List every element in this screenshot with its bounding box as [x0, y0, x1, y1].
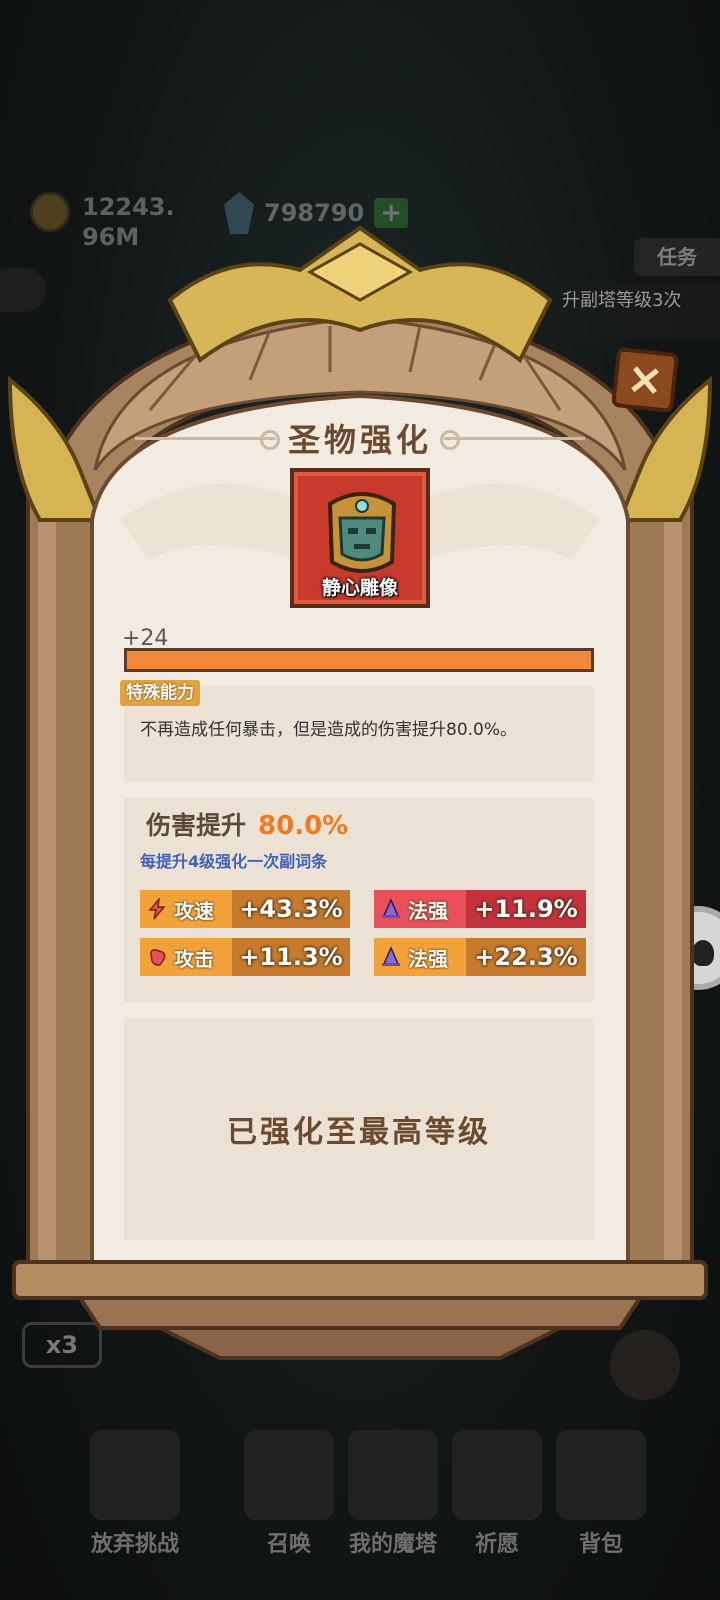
special-ability-tag: 特殊能力	[120, 680, 200, 706]
wizard-hat-icon	[382, 898, 400, 918]
lightning-icon	[148, 898, 166, 920]
max-level-panel: 已强化至最高等级	[124, 1018, 594, 1240]
wizard-hat-icon	[382, 946, 400, 966]
fist-icon	[150, 949, 166, 966]
title-ornament-left	[135, 429, 280, 450]
substat-attack: 攻击 +11.3%	[140, 938, 350, 976]
close-icon: ×	[624, 352, 667, 407]
substat-name: 法强	[374, 938, 466, 976]
special-ability-description: 不再造成任何暴击，但是造成的伤害提升80.0%。	[140, 720, 518, 740]
substat-value: +11.3%	[232, 938, 350, 976]
substat-magic-power-2: 法强 +22.3%	[374, 938, 586, 976]
substat-label: 法强	[408, 898, 448, 923]
substat-magic-power: 法强 +11.9%	[374, 890, 586, 928]
substat-value: +11.9%	[466, 890, 586, 928]
substat-value: +43.3%	[232, 890, 350, 928]
close-button[interactable]: ×	[611, 346, 679, 414]
substat-name: 攻击	[140, 938, 232, 976]
relic-card: 静心雕像	[290, 468, 430, 608]
substat-value: +22.3%	[466, 938, 586, 976]
substat-note: 每提升4级强化一次副词条	[140, 852, 328, 871]
substat-name: 攻速	[140, 890, 232, 928]
substat-label: 法强	[408, 946, 448, 971]
substat-label: 攻速	[174, 898, 214, 923]
damage-bonus-value: 80.0%	[258, 811, 349, 841]
max-level-text: 已强化至最高等级	[227, 1115, 491, 1150]
progress-fill	[127, 651, 591, 669]
substat-attack-speed: 攻速 +43.3%	[140, 890, 350, 928]
substat-name: 法强	[374, 890, 466, 928]
stone-statue-icon	[327, 492, 397, 573]
damage-bonus-row: 伤害提升 80.0%	[146, 806, 348, 842]
damage-bonus-label: 伤害提升	[146, 811, 247, 840]
relic-name: 静心雕像	[321, 577, 398, 599]
dialog-header: 圣物强化	[135, 408, 586, 468]
dialog-title: 圣物强化	[288, 421, 433, 459]
enhance-progress-bar	[124, 648, 594, 672]
title-ornament-right	[440, 429, 586, 450]
substat-label: 攻击	[174, 946, 214, 971]
